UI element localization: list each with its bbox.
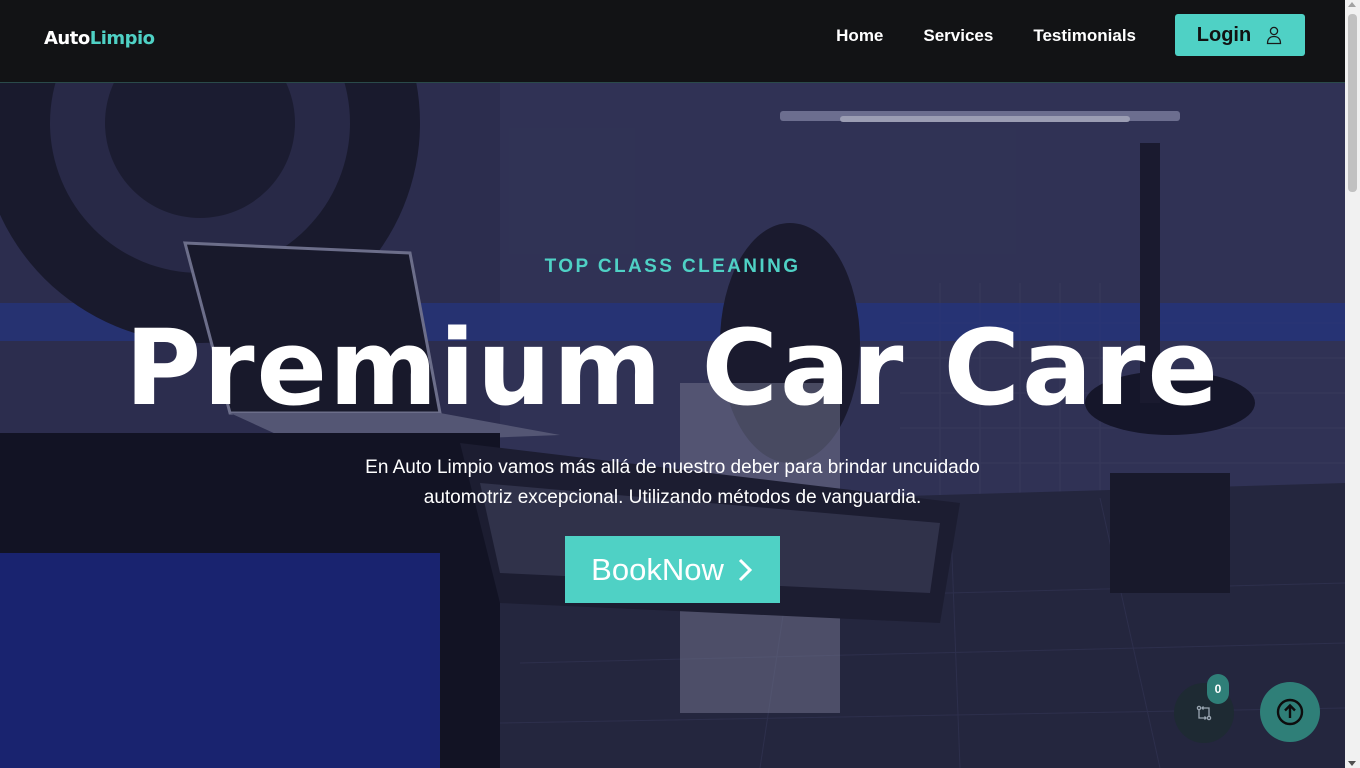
hero-title: Premium Car Care — [124, 307, 1220, 429]
login-button-label: Login — [1196, 23, 1252, 46]
compare-arrows-icon — [1196, 705, 1212, 721]
user-icon — [1267, 26, 1282, 45]
back-to-top-button[interactable] — [1260, 682, 1320, 742]
scroll-down-arrow-icon[interactable] — [1348, 761, 1356, 766]
book-now-label: BookNow — [591, 551, 724, 587]
nav-link-services[interactable]: Services — [923, 26, 993, 46]
logo[interactable]: AutoLimpio — [44, 26, 155, 52]
hero-section: TOP CLASS CLEANING Premium Car Care En A… — [0, 83, 1345, 768]
book-now-button[interactable]: BookNow — [565, 536, 780, 603]
nav-link-home[interactable]: Home — [836, 26, 883, 46]
compare-count-badge: 0 — [1207, 674, 1229, 704]
page-scrollbar[interactable] — [1345, 0, 1360, 768]
scroll-thumb[interactable] — [1348, 14, 1357, 192]
login-button[interactable]: Login — [1175, 14, 1305, 56]
hero-description: En Auto Limpio vamos más allá de nuestro… — [365, 457, 980, 508]
nav-link-testimonials[interactable]: Testimonials — [1033, 26, 1136, 46]
hero-kicker: TOP CLASS CLEANING — [544, 256, 801, 277]
chevron-right-icon — [738, 558, 752, 581]
scroll-up-arrow-icon[interactable] — [1348, 2, 1356, 7]
logo-word-1: Auto — [44, 28, 90, 49]
logo-word-2: Limpio — [89, 28, 155, 49]
arrow-up-circle-icon — [1276, 698, 1304, 726]
navbar: AutoLimpio Home Services Testimonials Lo… — [0, 0, 1345, 83]
main-nav: Home Services Testimonials — [836, 26, 1136, 46]
